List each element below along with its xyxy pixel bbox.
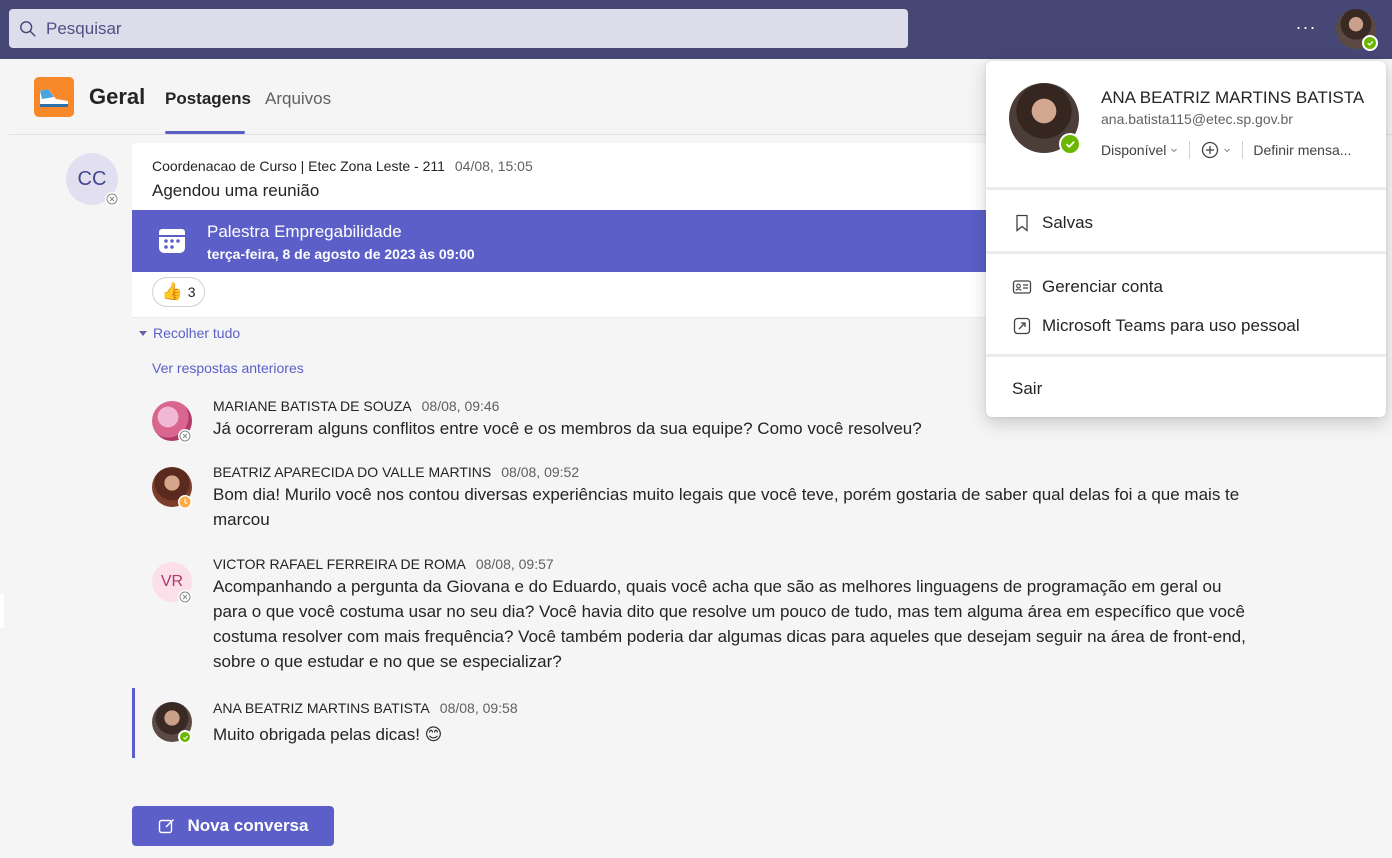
tab-postagens[interactable]: Postagens	[165, 89, 251, 109]
reply-text: Acompanhando a pergunta da Giovana e do …	[213, 577, 1246, 671]
collapse-all-label: Recolher tudo	[153, 325, 241, 341]
channel-title: Geral	[89, 84, 146, 109]
profile-menu: ANA BEATRIZ MARTINS BATISTA ana.batista1…	[986, 61, 1386, 417]
reply-text: Bom dia! Murilo você nos contou diversas…	[213, 485, 1240, 529]
post-time: 04/08, 15:05	[454, 158, 533, 174]
post-author-avatar[interactable]: CC	[66, 153, 119, 206]
separator	[1189, 141, 1191, 159]
reply-author: ANA BEATRIZ MARTINS BATISTA	[213, 700, 430, 716]
team-logo	[34, 77, 74, 117]
own-message-indicator	[132, 688, 135, 758]
reply-author: MARIANE BATISTA DE SOUZA	[213, 398, 412, 414]
menu-item-label: Microsoft Teams para uso pessoal	[1042, 316, 1300, 335]
add-location-icon	[1202, 141, 1219, 159]
divider	[986, 187, 1386, 190]
compose-icon	[158, 818, 174, 834]
reply-header: BEATRIZ APARECIDA DO VALLE MARTINS 08/08,…	[213, 464, 579, 480]
caret-down-icon	[139, 331, 147, 336]
status-dropdown[interactable]: Disponível	[1101, 142, 1166, 158]
menu-item-label: Salvas	[1042, 213, 1094, 232]
profile-status-row: Disponível Definir mensa...	[1101, 140, 1351, 160]
avatar-initials: VR	[160, 573, 184, 590]
menu-item-label: Gerenciar conta	[1042, 277, 1163, 296]
post-body: Agendou uma reunião	[152, 181, 320, 200]
new-conversation-label: Nova conversa	[187, 816, 309, 835]
divider	[986, 354, 1386, 357]
new-conversation-button[interactable]: Nova conversa	[132, 806, 334, 846]
reply-avatar[interactable]	[152, 467, 192, 509]
menu-item-teams-personal[interactable]: Microsoft Teams para uso pessoal	[1012, 316, 1300, 336]
reply-author: VICTOR RAFAEL FERREIRA DE ROMA	[213, 556, 466, 572]
offline-status-icon	[178, 429, 192, 443]
reply-header: VICTOR RAFAEL FERREIRA DE ROMA 08/08, 09:…	[213, 556, 554, 572]
profile-avatar-button[interactable]	[1336, 9, 1378, 51]
reply-time: 08/08, 09:52	[501, 464, 580, 480]
reply-text: Já ocorreram alguns conflitos entre você…	[213, 419, 922, 438]
id-card-icon	[1012, 280, 1032, 294]
reply-author: BEATRIZ APARECIDA DO VALLE MARTINS	[213, 464, 492, 480]
reply-time: 08/08, 09:58	[439, 700, 518, 716]
search-input[interactable]	[46, 18, 846, 39]
menu-item-label: Sair	[1012, 379, 1043, 398]
tab-arquivos[interactable]: Arquivos	[265, 89, 331, 109]
post-header: Coordenacao de Curso | Etec Zona Leste -…	[152, 158, 533, 174]
collapse-all-button[interactable]: Recolher tudo	[138, 325, 240, 341]
reply-avatar[interactable]	[152, 702, 192, 744]
top-bar: ···	[0, 0, 1392, 59]
profile-avatar[interactable]	[1009, 83, 1081, 155]
see-previous-replies-link[interactable]: Ver respostas anteriores	[152, 360, 304, 376]
profile-email: ana.batista115@etec.sp.gov.br	[1101, 111, 1293, 127]
reply-header: MARIANE BATISTA DE SOUZA 08/08, 09:46	[213, 398, 499, 414]
reply-header: ANA BEATRIZ MARTINS BATISTA 08/08, 09:58	[213, 700, 518, 716]
search-icon	[20, 20, 36, 37]
divider	[986, 251, 1386, 254]
set-status-message-button[interactable]: Definir mensa...	[1253, 142, 1351, 158]
available-status-icon	[1059, 133, 1081, 155]
like-reaction-button[interactable]: 👍 3	[152, 277, 205, 307]
offline-status-icon	[105, 192, 119, 206]
available-status-icon	[178, 730, 192, 744]
available-status-icon	[1362, 35, 1378, 51]
profile-name: ANA BEATRIZ MARTINS BATISTA	[1101, 88, 1365, 107]
meeting-date: terça-feira, 8 de agosto de 2023 às 09:0…	[207, 246, 475, 262]
chevron-down-icon	[1171, 148, 1178, 153]
menu-item-salvas[interactable]: Salvas	[1012, 213, 1093, 233]
menu-item-manage-account[interactable]: Gerenciar conta	[1012, 277, 1163, 297]
separator	[1242, 141, 1244, 159]
reaction-count: 3	[187, 284, 196, 300]
thumbs-up-icon: 👍	[161, 282, 183, 301]
location-button[interactable]	[1200, 140, 1232, 160]
more-options-button[interactable]: ···	[1292, 17, 1320, 41]
own-reply-item: ANA BEATRIZ MARTINS BATISTA 08/08, 09:58 …	[132, 688, 1270, 758]
calendar-icon	[159, 229, 185, 253]
reply-time: 08/08, 09:46	[421, 398, 500, 414]
reply-avatar[interactable]	[152, 401, 192, 443]
search-box[interactable]	[9, 9, 908, 48]
offline-status-icon	[178, 590, 192, 604]
reply-text: Muito obrigada pelas dicas! 😊	[213, 725, 443, 744]
reply-item: BEATRIZ APARECIDA DO VALLE MARTINS 08/08,…	[132, 464, 1270, 544]
reply-item: VR VICTOR RAFAEL FERREIRA DE ROMA 08/08, …	[132, 556, 1270, 686]
meeting-title: Palestra Empregabilidade	[207, 222, 402, 241]
post-author: Coordenacao de Curso | Etec Zona Leste -…	[152, 158, 445, 174]
side-handle[interactable]	[0, 594, 4, 628]
bookmark-icon	[1016, 214, 1028, 232]
reply-avatar[interactable]: VR	[152, 562, 192, 604]
reply-time: 08/08, 09:57	[475, 556, 554, 572]
away-status-icon	[178, 495, 192, 509]
active-tab-indicator	[165, 131, 245, 134]
chevron-down-icon	[1224, 148, 1231, 153]
menu-item-sign-out[interactable]: Sair	[1012, 379, 1042, 399]
avatar-initials: CC	[77, 167, 107, 190]
sneaker-icon	[34, 77, 74, 117]
external-link-icon	[1013, 317, 1031, 335]
